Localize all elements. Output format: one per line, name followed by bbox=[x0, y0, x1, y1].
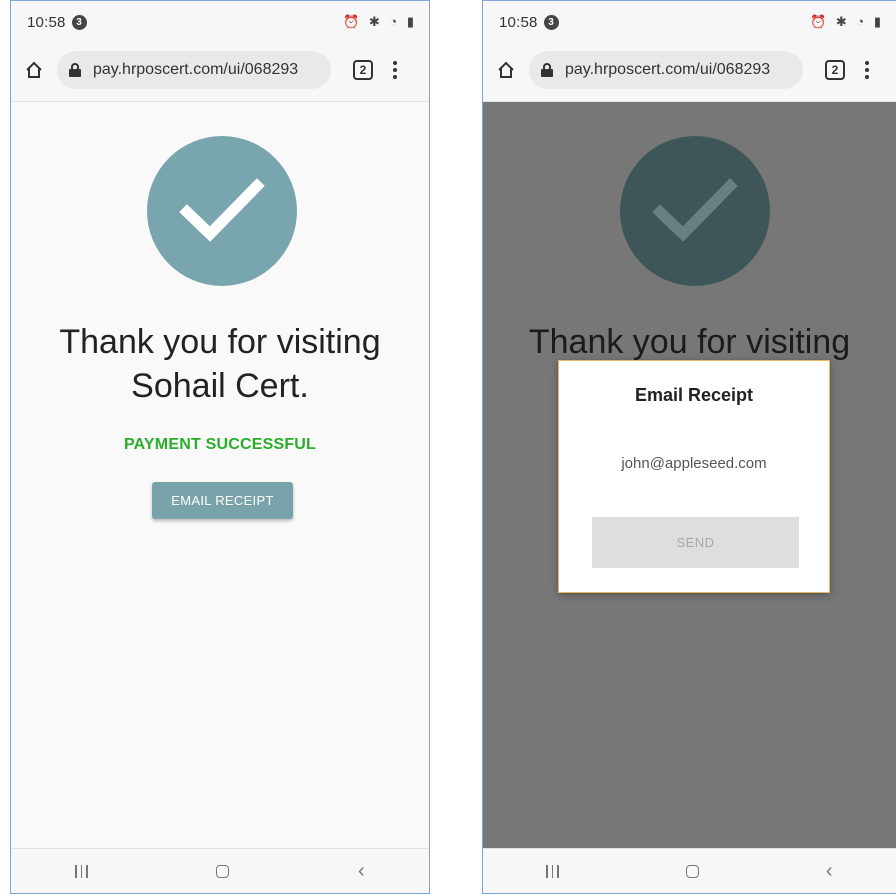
thank-you-line-1: Thank you for visiting bbox=[528, 323, 851, 361]
page-content-dimmed: Thank you for visiting Email Receipt joh… bbox=[483, 101, 896, 849]
recent-apps-icon[interactable] bbox=[75, 864, 88, 878]
browser-toolbar: pay.hrposcert.com/ui/068293 2 bbox=[483, 45, 896, 95]
back-icon[interactable]: ‹ bbox=[826, 861, 833, 881]
home-icon[interactable] bbox=[11, 60, 57, 80]
more-vert-icon[interactable] bbox=[865, 61, 869, 79]
status-icons: ⏰ ✱ ◔ ▮ bbox=[343, 14, 417, 29]
lock-icon bbox=[541, 63, 553, 77]
lock-icon bbox=[69, 63, 81, 77]
status-icons: ⏰ ✱ ◔ ▮ bbox=[810, 14, 884, 29]
email-field[interactable]: john@appleseed.com bbox=[559, 455, 829, 472]
home-icon[interactable] bbox=[483, 60, 529, 80]
email-receipt-dialog: Email Receipt john@appleseed.com SEND bbox=[558, 360, 830, 593]
thank-you-heading: Thank you for visiting bbox=[483, 320, 896, 364]
android-nav-bar: ‹ bbox=[11, 848, 429, 893]
status-time: 10:58 bbox=[499, 13, 538, 31]
send-button[interactable]: SEND bbox=[592, 517, 799, 568]
check-icon bbox=[147, 136, 297, 286]
tabs-icon[interactable]: 2 bbox=[825, 60, 845, 80]
thank-you-line-1: Thank you for visiting bbox=[59, 323, 381, 361]
browser-toolbar: pay.hrposcert.com/ui/068293 2 bbox=[11, 45, 429, 95]
thank-you-line-2: Sohail Cert. bbox=[131, 367, 309, 405]
email-receipt-button[interactable]: EMAIL RECEIPT bbox=[152, 482, 293, 519]
address-bar[interactable]: pay.hrposcert.com/ui/068293 bbox=[529, 51, 803, 89]
recent-apps-icon[interactable] bbox=[546, 864, 559, 878]
phone-screen-payment-success: 10:58 3 ⏰ ✱ ◔ ▮ pay.hrposcert.com/ui/068… bbox=[10, 0, 430, 894]
payment-status: PAYMENT SUCCESSFUL bbox=[123, 436, 317, 453]
notification-badge: 3 bbox=[71, 14, 87, 30]
nav-home-icon[interactable] bbox=[685, 864, 699, 878]
more-vert-icon[interactable] bbox=[393, 61, 397, 79]
dialog-title: Email Receipt bbox=[634, 385, 754, 405]
status-bar: 10:58 3 ⏰ ✱ ◔ ▮ bbox=[11, 1, 429, 43]
phone-screen-email-dialog: 10:58 3 ⏰ ✱ ◔ ▮ pay.hrposcert.com/ui/068… bbox=[482, 0, 896, 894]
android-nav-bar: ‹ bbox=[483, 848, 896, 893]
thank-you-heading: Thank you for visiting Sohail Cert. bbox=[11, 320, 429, 408]
url-text: pay.hrposcert.com/ui/068293 bbox=[93, 61, 299, 78]
check-icon bbox=[620, 136, 770, 286]
status-bar: 10:58 3 ⏰ ✱ ◔ ▮ bbox=[483, 1, 896, 43]
status-time: 10:58 bbox=[27, 13, 66, 31]
page-content: Thank you for visiting Sohail Cert. PAYM… bbox=[11, 101, 429, 849]
address-bar[interactable]: pay.hrposcert.com/ui/068293 bbox=[57, 51, 331, 89]
url-text: pay.hrposcert.com/ui/068293 bbox=[565, 61, 771, 78]
nav-home-icon[interactable] bbox=[216, 864, 230, 878]
back-icon[interactable]: ‹ bbox=[358, 861, 365, 881]
notification-badge: 3 bbox=[543, 14, 559, 30]
tabs-icon[interactable]: 2 bbox=[353, 60, 373, 80]
